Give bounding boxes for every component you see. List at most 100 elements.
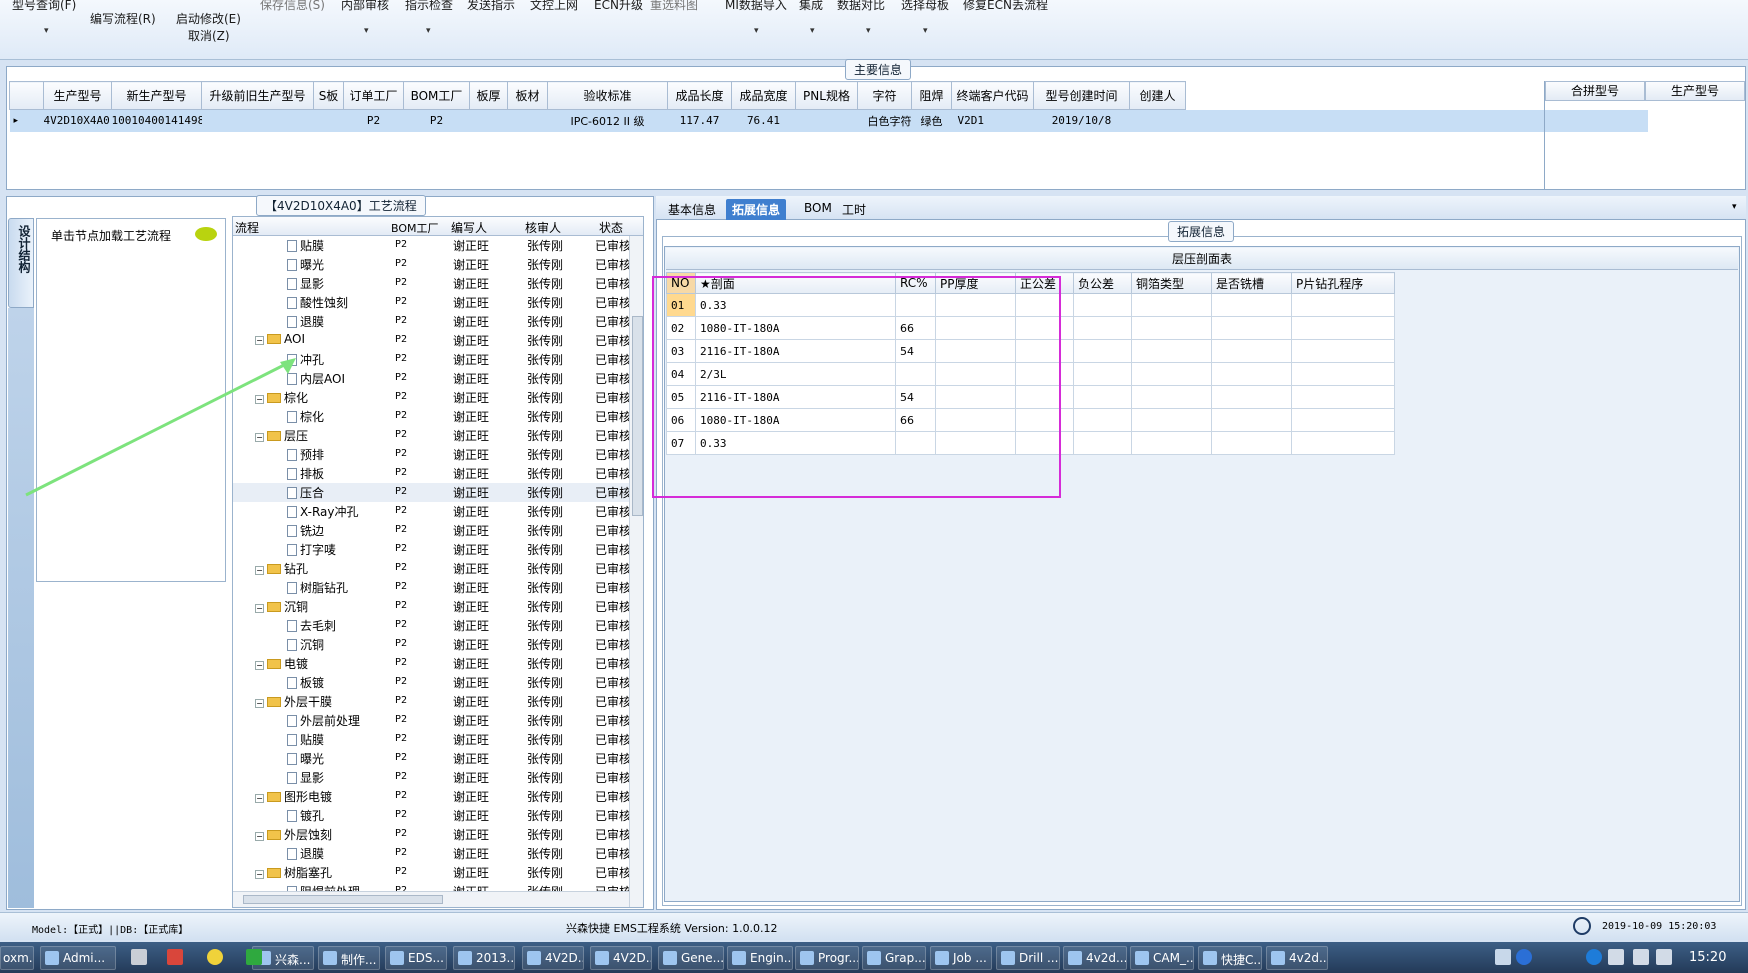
cell[interactable]	[1291, 339, 1395, 363]
model-query-button[interactable]: 型号查询(F)	[12, 0, 76, 13]
col-header[interactable]: PNL规格	[795, 81, 858, 110]
tree-row[interactable]: − 外层蚀刻 P2 谢正旺 张传刚 已审核	[233, 825, 643, 844]
chevron-down-icon[interactable]: ▾	[810, 26, 815, 36]
tree-row[interactable]: 酸性蚀刻 P2 谢正旺 张传刚 已审核	[233, 293, 643, 312]
tree-folder-node[interactable]: − 钻孔	[255, 560, 308, 577]
taskbar-item[interactable]: 4V2D...	[522, 946, 584, 970]
tree-row[interactable]: 镀孔 P2 谢正旺 张传刚 已审核	[233, 806, 643, 825]
col-header[interactable]: S板	[313, 81, 344, 110]
cell[interactable]: V2D1	[951, 109, 1034, 132]
volume-icon[interactable]	[1656, 949, 1672, 965]
tree-row[interactable]: 去毛刺 P2 谢正旺 张传刚 已审核	[233, 616, 643, 635]
taskbar-item[interactable]: 快捷C...	[1198, 946, 1262, 970]
cell[interactable]	[1073, 385, 1132, 409]
tree-leaf-node[interactable]: 外层前处理	[287, 712, 360, 729]
tree-leaf-node[interactable]: 退膜	[287, 845, 324, 862]
cell[interactable]	[1131, 293, 1212, 317]
col-header[interactable]: 板厚	[469, 81, 508, 110]
col-header[interactable]: 型号创建时间	[1033, 81, 1130, 110]
col-header[interactable]: 负公差	[1073, 272, 1132, 294]
taskbar-item[interactable]: EDS...	[385, 946, 447, 970]
tree-leaf-node[interactable]: 板镀	[287, 674, 324, 691]
taskbar-item[interactable]: Progr...	[795, 946, 859, 970]
cell[interactable]	[1073, 293, 1132, 317]
cell[interactable]: 绿色	[911, 109, 952, 132]
chevron-down-icon[interactable]: ▾	[364, 26, 369, 36]
tree-folder-node[interactable]: − 外层干膜	[255, 693, 332, 710]
tree-row[interactable]: 阻焊前处理P2谢正旺张传刚已审核	[233, 882, 643, 891]
col-header[interactable]: 验收标准	[547, 81, 668, 110]
col-header[interactable]: 生产型号	[43, 81, 112, 110]
cell[interactable]	[1073, 339, 1132, 363]
cell[interactable]	[1291, 362, 1395, 386]
internal-review-button[interactable]: 内部审核	[341, 0, 389, 13]
write-flow-button[interactable]: 编写流程(R)	[90, 10, 156, 27]
tree-leaf-node[interactable]: 显影	[287, 769, 324, 786]
taskbar-item[interactable]: 制作...	[318, 946, 380, 970]
cell[interactable]	[1131, 385, 1212, 409]
col-header[interactable]: 是否铣槽	[1211, 272, 1292, 294]
col-header[interactable]: 合拼型号	[1545, 81, 1645, 101]
process-tree-grid[interactable]: 流程 BOM工厂 编写人 核审人 状态 贴膜 P2 谢正旺 张传刚 已审核 曝光 P2 谢正旺…	[232, 216, 644, 908]
taskbar-item[interactable]: 4v2d...	[1063, 946, 1127, 970]
cell[interactable]	[1211, 316, 1292, 340]
cell[interactable]	[1129, 109, 1186, 132]
taskbar-item[interactable]: Admi...	[40, 946, 116, 970]
app-icon[interactable]	[131, 949, 147, 965]
cell[interactable]	[1211, 339, 1292, 363]
tree-row[interactable]: 显影 P2 谢正旺 张传刚 已审核	[233, 274, 643, 293]
tree-leaf-node[interactable]: 贴膜	[287, 731, 324, 748]
cell[interactable]	[1291, 293, 1395, 317]
taskbar-item[interactable]: 4v2d...	[1266, 946, 1328, 970]
tree-row[interactable]: − 电镀 P2 谢正旺 张传刚 已审核	[233, 654, 643, 673]
tree-row[interactable]: 退膜 P2 谢正旺 张传刚 已审核	[233, 844, 643, 863]
taskbar-item[interactable]: 2013...	[453, 946, 515, 970]
tree-row[interactable]: − 树脂塞孔 P2 谢正旺 张传刚 已审核	[233, 863, 643, 882]
monitor-icon[interactable]	[1633, 949, 1649, 965]
doc-control-online-button[interactable]: 文控上网	[530, 0, 578, 13]
tab-extended-info[interactable]: 拓展信息	[726, 199, 787, 220]
chevron-down-icon[interactable]: ▾	[754, 26, 759, 36]
taskbar-item[interactable]: Gene...	[658, 946, 724, 970]
col-header[interactable]: 生产型号	[1645, 81, 1745, 101]
keyboard-icon[interactable]	[1495, 949, 1511, 965]
cell[interactable]: 白色字符	[857, 109, 912, 132]
tree-leaf-node[interactable]: 镀孔	[287, 807, 324, 824]
tree-row[interactable]: 沉铜 P2 谢正旺 张传刚 已审核	[233, 635, 643, 654]
tab-work-hours[interactable]: 工时	[836, 199, 872, 220]
tree-folder-node[interactable]: − 外层蚀刻	[255, 826, 332, 843]
cell[interactable]	[1291, 316, 1395, 340]
chevron-down-icon[interactable]: ▾	[1732, 202, 1737, 212]
tree-leaf-node[interactable]: 树脂钻孔	[287, 579, 348, 596]
tree-leaf-node[interactable]: 阻焊前处理	[287, 883, 360, 891]
cell[interactable]	[1073, 362, 1132, 386]
cell[interactable]	[1211, 293, 1292, 317]
taskbar-item[interactable]: CAM_...	[1130, 946, 1194, 970]
side-tab-design-structure[interactable]: 设计结构	[8, 218, 34, 308]
collapse-icon[interactable]: −	[255, 794, 264, 803]
vertical-scrollbar[interactable]	[629, 236, 643, 907]
table-row[interactable]: ▸ 4V2D10X4A0 10010400141498 P2 P2 IPC-60…	[9, 109, 1648, 132]
cell[interactable]	[1291, 431, 1395, 455]
tree-row[interactable]: 外层前处理 P2 谢正旺 张传刚 已审核	[233, 711, 643, 730]
tree-row[interactable]: 铣边 P2 谢正旺 张传刚 已审核	[233, 521, 643, 540]
taskbar-item[interactable]: Engin...	[727, 946, 793, 970]
tree-leaf-node[interactable]: 退膜	[287, 313, 324, 330]
send-instruction-button[interactable]: 发送指示	[467, 0, 515, 13]
tree-folder-node[interactable]: − 图形电镀	[255, 788, 332, 805]
tree-row[interactable]: − 图形电镀 P2 谢正旺 张传刚 已审核	[233, 787, 643, 806]
cell[interactable]	[1131, 339, 1212, 363]
cell[interactable]: 76.41	[731, 109, 796, 132]
col-header[interactable]: P片钻孔程序	[1291, 272, 1395, 294]
taskbar-clock[interactable]: 15:20	[1689, 950, 1726, 965]
cell[interactable]	[1131, 316, 1212, 340]
help-icon[interactable]	[1516, 949, 1532, 965]
tree-leaf-node[interactable]: 曝光	[287, 750, 324, 767]
col-header[interactable]: 终端客户代码	[951, 81, 1034, 110]
scroll-thumb[interactable]	[632, 316, 643, 516]
tree-row[interactable]: − 外层干膜 P2 谢正旺 张传刚 已审核	[233, 692, 643, 711]
taskbar-item[interactable]: Drill ...	[996, 946, 1060, 970]
col-header[interactable]: BOM工厂	[403, 81, 470, 110]
col-header[interactable]: 新生产型号	[111, 81, 202, 110]
ecn-upgrade-button[interactable]: ECN升级	[594, 0, 643, 13]
